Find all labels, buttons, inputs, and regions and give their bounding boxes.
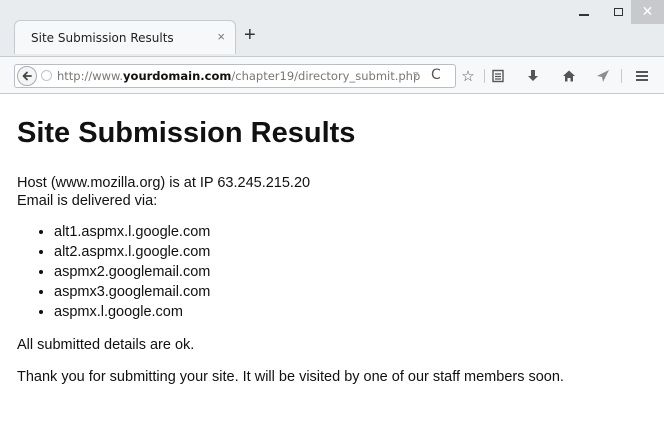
url-path: /chapter19/directory_submit.php xyxy=(231,69,421,83)
title-bar: Site Submission Results × + ✕ xyxy=(0,0,664,56)
close-icon: ✕ xyxy=(641,4,654,20)
page-content: Site Submission Results Host (www.mozill… xyxy=(17,116,657,386)
thank-you-message: Thank you for submitting your site. It w… xyxy=(17,369,564,385)
list-item: aspmx2.googlemail.com xyxy=(54,262,657,282)
close-window-button[interactable]: ✕ xyxy=(631,0,664,24)
new-tab-button[interactable]: + xyxy=(244,25,256,45)
minimize-button[interactable] xyxy=(567,0,601,24)
url-text[interactable]: http://www.yourdomain.com/chapter19/dire… xyxy=(57,69,420,83)
browser-tab[interactable]: Site Submission Results × xyxy=(14,20,236,54)
list-item: alt2.aspmx.l.google.com xyxy=(54,242,657,262)
star-icon[interactable]: ☆ xyxy=(458,66,478,86)
url-prefix: http://www. xyxy=(57,69,124,83)
url-dropdown-icon[interactable]: ▿ xyxy=(413,68,419,81)
url-domain: yourdomain.com xyxy=(123,69,232,83)
maximize-button[interactable] xyxy=(601,0,635,24)
minimize-icon xyxy=(579,14,589,16)
host-ip-text: Host (www.mozilla.org) is at IP 63.245.2… xyxy=(17,175,311,191)
list-item: aspmx.l.google.com xyxy=(54,302,657,322)
back-button[interactable] xyxy=(17,66,37,86)
send-icon[interactable] xyxy=(593,66,613,86)
address-bar[interactable]: http://www.yourdomain.com/chapter19/dire… xyxy=(14,64,456,88)
email-delivery-text: Email is delivered via: xyxy=(17,193,158,209)
list-item: alt1.aspmx.l.google.com xyxy=(54,222,657,242)
home-icon[interactable] xyxy=(559,66,579,86)
toolbar-separator xyxy=(484,69,485,83)
status-message: All submitted details are ok. xyxy=(17,337,195,353)
back-arrow-icon xyxy=(22,71,32,81)
tab-title: Site Submission Results xyxy=(31,31,174,45)
navigation-toolbar: http://www.yourdomain.com/chapter19/dire… xyxy=(0,56,664,94)
page-heading: Site Submission Results xyxy=(17,117,356,149)
toolbar-separator xyxy=(621,69,622,83)
menu-icon[interactable] xyxy=(632,66,652,86)
reload-icon[interactable]: C xyxy=(431,67,441,83)
download-icon[interactable] xyxy=(523,66,543,86)
reading-list-icon[interactable] xyxy=(488,66,508,86)
maximize-icon xyxy=(613,8,623,16)
site-identity-icon[interactable] xyxy=(41,70,52,81)
mx-server-list: alt1.aspmx.l.google.com alt2.aspmx.l.goo… xyxy=(17,222,657,322)
list-item: aspmx3.googlemail.com xyxy=(54,282,657,302)
tab-close-icon[interactable]: × xyxy=(217,29,225,44)
